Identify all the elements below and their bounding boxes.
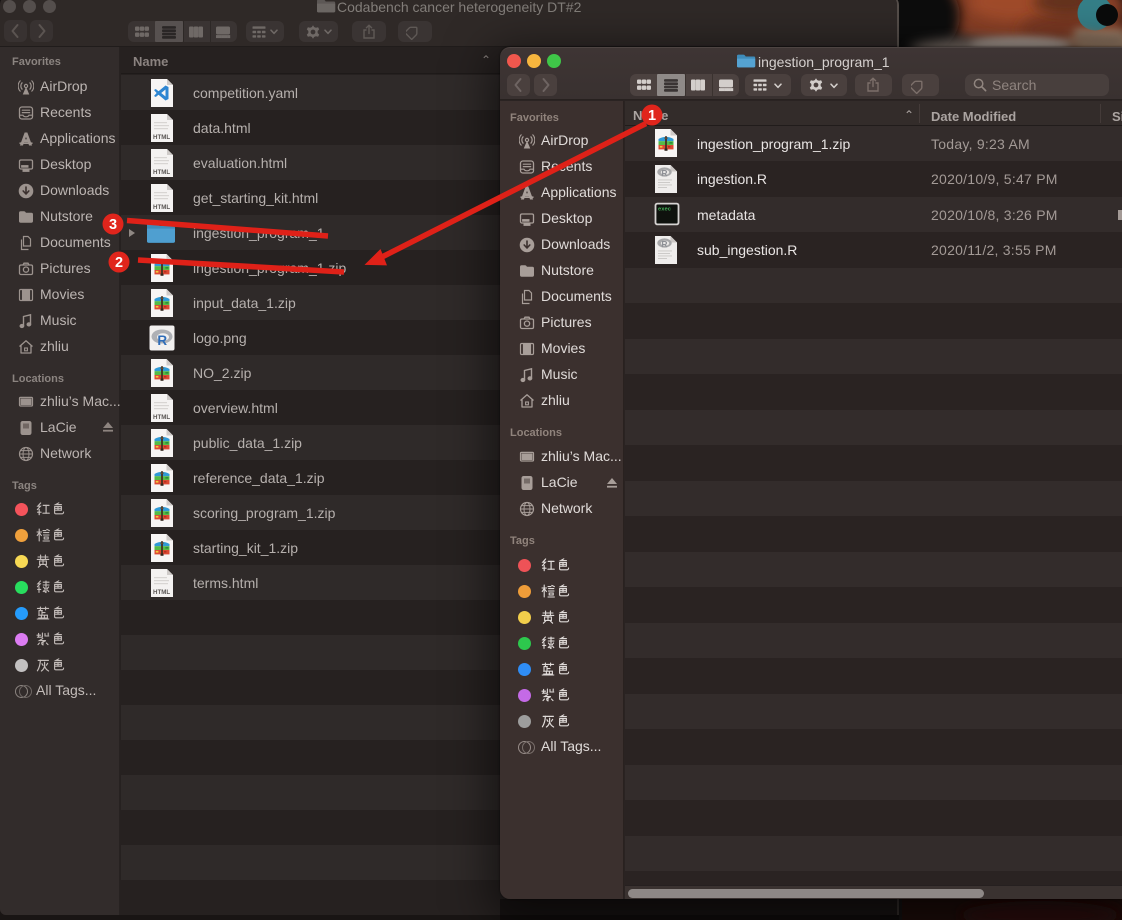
svg-text:1: 1: [648, 108, 656, 124]
svg-text:2: 2: [115, 255, 123, 271]
svg-text:3: 3: [109, 217, 117, 233]
